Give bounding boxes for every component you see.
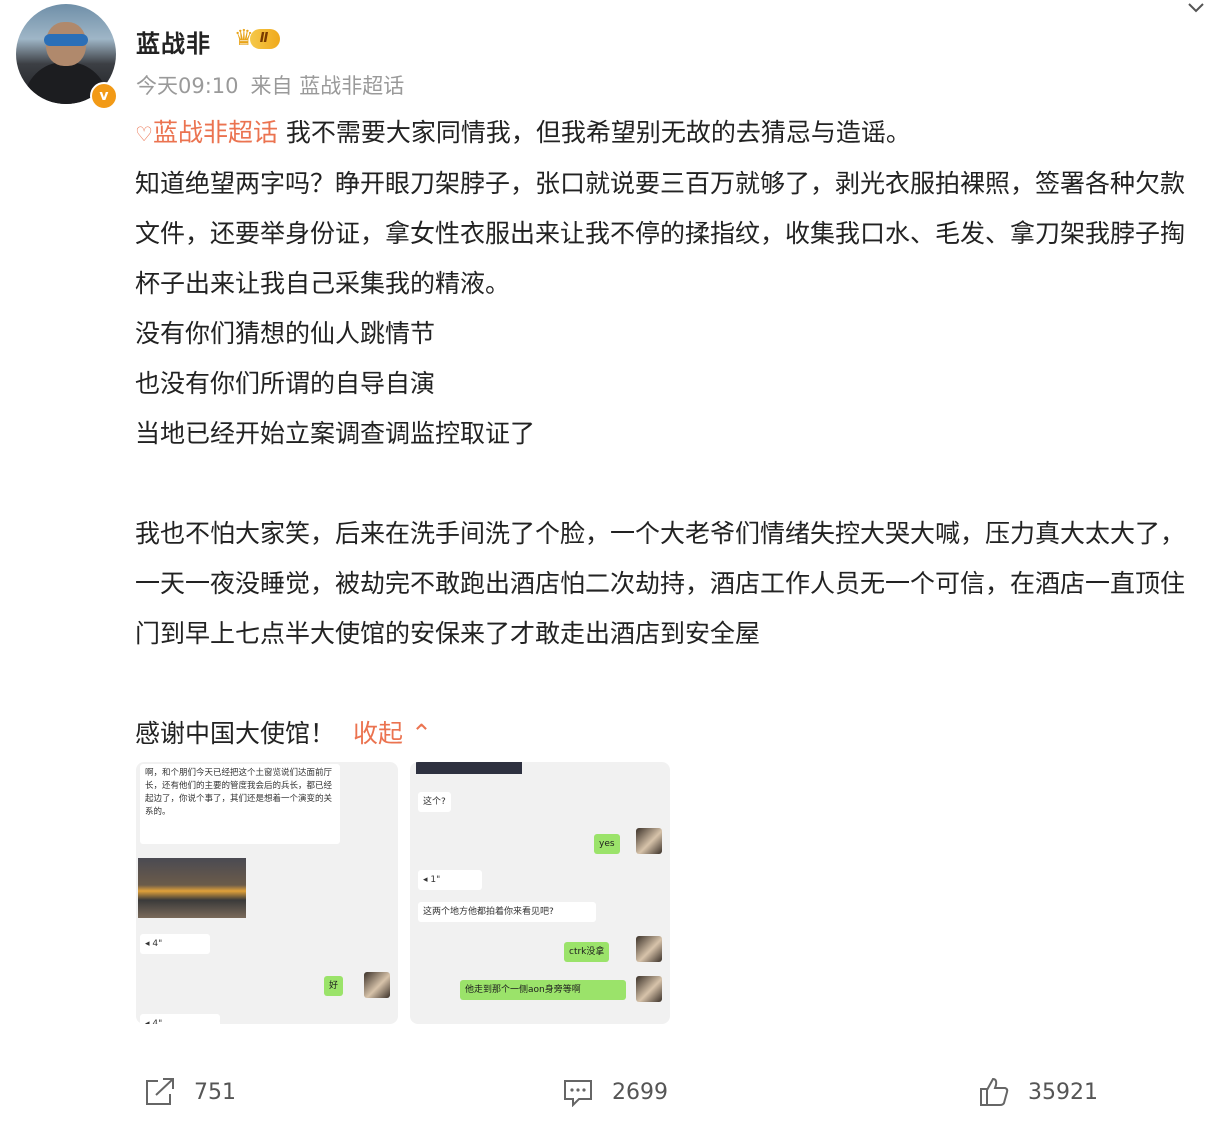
- post-line-2: 没有你们猜想的仙人跳情节: [135, 319, 436, 348]
- like-button[interactable]: 35921: [978, 1074, 1098, 1110]
- chevron-down-icon[interactable]: [1186, 0, 1206, 16]
- collapse-label: 收起: [353, 719, 404, 748]
- post-image-2[interactable]: 这个? yes ◂ 1" 这两个地方他都拍着你来看见吧? ctrk没拿 他走到那…: [410, 762, 670, 1024]
- username[interactable]: 蓝战非: [136, 24, 211, 59]
- chat-answer-2: ctrk没拿: [564, 942, 610, 962]
- post-time: 今天09:10: [136, 74, 239, 98]
- chat-question-2: 这两个地方他都拍着你来看见吧?: [418, 902, 596, 922]
- repost-count: 751: [194, 1079, 236, 1105]
- repost-icon: [146, 1078, 174, 1105]
- verified-badge-icon: v: [90, 82, 118, 110]
- chat-question-1: 这个?: [418, 792, 451, 812]
- like-count: 35921: [1028, 1079, 1098, 1105]
- chat-avatar: [636, 976, 662, 1002]
- chat-avatar: [636, 828, 662, 854]
- avatar-goggles: [44, 34, 88, 46]
- chat-avatar: [364, 972, 390, 998]
- topic-link[interactable]: 蓝战非超话: [153, 118, 278, 147]
- vip-badge[interactable]: ♛ Ⅱ: [234, 26, 281, 52]
- chat-answer-3: 他走到那个一侧aon身旁等啊: [460, 980, 626, 1000]
- comment-button[interactable]: 2699: [562, 1074, 668, 1110]
- voice-message: ◂ 1": [418, 870, 482, 890]
- chat-photo: [138, 858, 246, 918]
- post-source[interactable]: 来自 蓝战非超话: [251, 74, 405, 98]
- post-thanks: 感谢中国大使馆！ 收起 ⌃: [135, 709, 1205, 759]
- voice-message-2: ◂ 4": [140, 1014, 220, 1024]
- post-intro: 我不需要大家同情我，但我希望别无故的去猜忌与造谣。: [277, 118, 911, 147]
- collapse-button[interactable]: 收起 ⌃: [353, 719, 432, 748]
- post-line-1: ♡蓝战非超话 我不需要大家同情我，但我希望别无故的去猜忌与造谣。: [135, 108, 1205, 159]
- chat-reply: 好: [324, 976, 344, 996]
- thumbs-up-icon: [980, 1077, 1009, 1106]
- post-meta: 今天09:10 来自 蓝战非超话: [136, 70, 416, 100]
- post-image-1[interactable]: 啊，和个朋们今天已经把这个土窗览说们达面前厅长，还有他们的主要的管度我会后的兵长…: [136, 762, 398, 1024]
- repost-button[interactable]: 751: [144, 1074, 236, 1110]
- vip-level: Ⅱ: [249, 29, 281, 49]
- chat-avatar: [636, 936, 662, 962]
- super-topic-icon: ♡: [135, 122, 153, 146]
- comment-count: 2699: [612, 1079, 668, 1105]
- voice-message: ◂ 4": [140, 934, 210, 954]
- post-paragraph-2: 我也不怕大家笑，后来在洗手间洗了个脸，一个大老爷们情绪失控大哭大喊，压力真大太大…: [135, 519, 1186, 648]
- image-header-bar: [416, 762, 522, 774]
- chat-answer-1: yes: [594, 834, 620, 854]
- chat-bubble-text: 啊，和个朋们今天已经把这个土窗览说们达面前厅长，还有他们的主要的管度我会后的兵长…: [140, 764, 340, 844]
- comment-icon: [564, 1080, 592, 1107]
- post-content: ♡蓝战非超话 我不需要大家同情我，但我希望别无故的去猜忌与造谣。 知道绝望两字吗…: [135, 108, 1205, 759]
- thanks-text: 感谢中国大使馆！: [135, 719, 336, 748]
- post-line-3: 也没有你们所谓的自导自演: [135, 369, 436, 398]
- post-line-4: 当地已经开始立案调查调监控取证了: [135, 419, 536, 448]
- post-paragraph-1: 知道绝望两字吗？睁开眼刀架脖子，张口就说要三百万就够了，剥光衣服拍裸照，签署各种…: [135, 169, 1186, 298]
